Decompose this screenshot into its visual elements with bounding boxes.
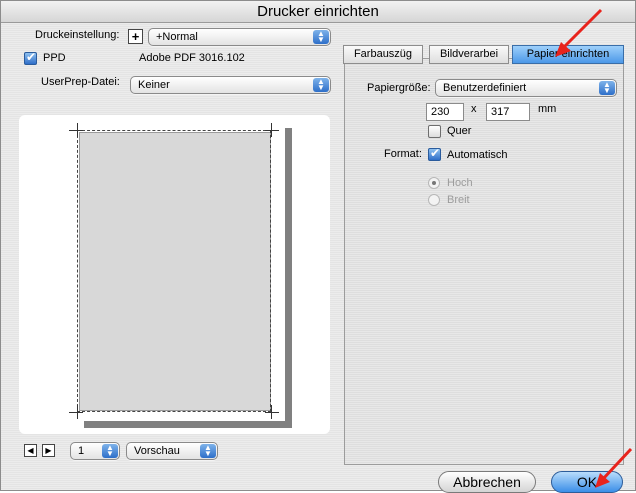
crop-mark	[265, 412, 279, 413]
crop-mark	[77, 405, 78, 419]
annotation-arrow-icon	[595, 447, 633, 488]
paper-size-label: Papiergröße:	[367, 82, 431, 94]
print-setup-window: Drucker einrichten Druckeinstellung: + +…	[0, 0, 636, 493]
page-number-popup[interactable]: 1 ▲ ▼	[70, 442, 120, 460]
preview-mode-value: Vorschau	[134, 445, 180, 457]
crop-mark	[265, 130, 279, 131]
tab-panel	[344, 58, 624, 465]
automatic-label: Automatisch	[447, 149, 508, 161]
tab-label: Farbauszüg	[353, 48, 413, 60]
previous-page-icon[interactable]: ◀	[24, 444, 37, 457]
preset-label: Druckeinstellung:	[35, 29, 120, 41]
format-label: Format:	[384, 148, 422, 160]
window-title: Drucker einrichten	[1, 1, 635, 23]
popup-arrows-icon: ▲ ▼	[102, 444, 118, 458]
crop-mark	[69, 412, 83, 413]
paper-height-field[interactable]: 317	[486, 103, 530, 121]
tab-bildverarbeitung[interactable]: Bildverarbei	[429, 45, 509, 64]
preset-popup[interactable]: +Normal ▲ ▼	[148, 28, 331, 46]
preset-value: +Normal	[156, 31, 198, 43]
paper-width-field[interactable]: 230	[426, 103, 464, 121]
tab-farbauszuege[interactable]: Farbauszüg	[343, 45, 423, 64]
hoch-label: Hoch	[447, 177, 473, 189]
popup-arrows-icon: ▲ ▼	[599, 81, 615, 95]
cancel-button[interactable]: Abbrechen	[438, 471, 536, 493]
page-shadow	[285, 128, 292, 428]
times-symbol: x	[471, 103, 477, 115]
add-preset-icon[interactable]: +	[128, 29, 143, 44]
hoch-radio[interactable]	[428, 177, 440, 189]
crop-mark	[77, 123, 78, 137]
tab-label: Bildverarbei	[439, 48, 499, 60]
next-page-icon[interactable]: ▶	[42, 444, 55, 457]
userprep-popup[interactable]: Keiner ▲ ▼	[130, 76, 331, 94]
quer-label: Quer	[447, 125, 472, 137]
ppd-checkbox[interactable]	[24, 50, 37, 65]
page-shadow	[84, 421, 292, 428]
unit-label: mm	[538, 103, 557, 115]
popup-arrows-icon: ▲ ▼	[313, 30, 329, 44]
paper-size-value: Benutzerdefiniert	[443, 82, 527, 94]
crop-mark	[271, 405, 272, 419]
ppd-value: Adobe PDF 3016.102	[139, 52, 245, 64]
crop-mark	[271, 123, 272, 137]
preview-mode-popup[interactable]: Vorschau ▲ ▼	[126, 442, 218, 460]
userprep-label: UserPrep-Datei:	[41, 76, 120, 88]
quer-checkbox[interactable]	[428, 125, 441, 138]
popup-arrows-icon: ▲ ▼	[313, 78, 329, 92]
crop-mark	[69, 130, 83, 131]
paper-size-popup[interactable]: Benutzerdefiniert ▲ ▼	[435, 79, 617, 97]
popup-arrows-icon: ▲ ▼	[200, 444, 216, 458]
page-number-value: 1	[78, 445, 85, 457]
ppd-label: PPD	[43, 52, 66, 64]
userprep-value: Keiner	[138, 79, 170, 91]
annotation-arrow-icon	[555, 8, 603, 57]
automatic-checkbox[interactable]	[428, 146, 441, 161]
breit-radio[interactable]	[428, 194, 440, 206]
printable-area-margin	[77, 130, 271, 412]
breit-label: Breit	[447, 194, 470, 206]
